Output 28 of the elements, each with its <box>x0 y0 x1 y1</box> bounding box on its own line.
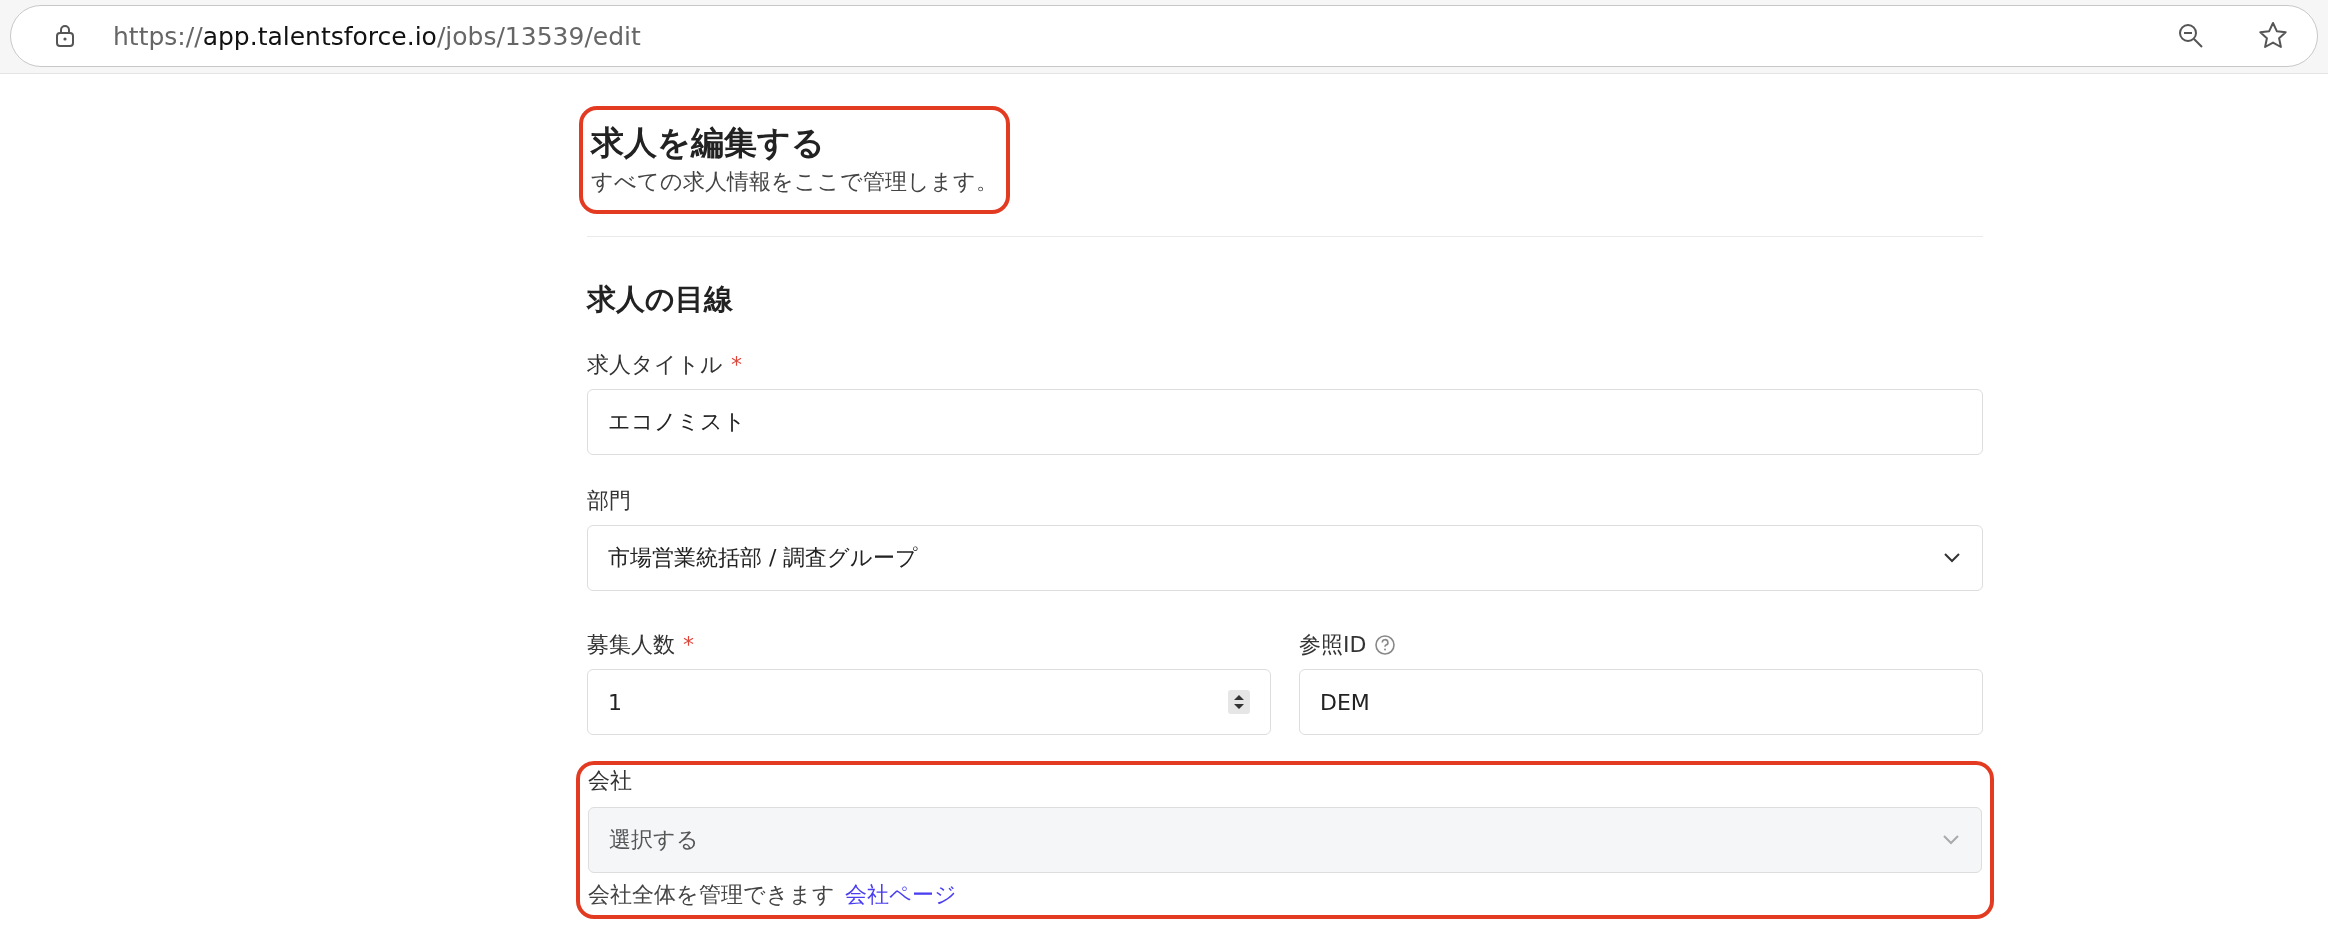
spinner-icon[interactable] <box>1228 690 1250 714</box>
field-label: 求人タイトル <box>587 351 723 379</box>
section-title: 求人の目線 <box>587 281 734 318</box>
select-placeholder: 選択する <box>609 826 699 854</box>
select-field[interactable]: 市場営業統括部 / 調査グループ <box>587 525 1983 591</box>
input-field[interactable]: 1 <box>587 669 1271 735</box>
required-asterisk: * <box>731 351 742 379</box>
input-field[interactable]: DEM <box>1299 669 1983 735</box>
padlock-icon <box>55 24 75 48</box>
required-asterisk: * <box>683 631 694 659</box>
input-field[interactable]: エコノミスト <box>587 389 1983 455</box>
address-bar[interactable]: https://app.talentsforce.io/jobs/13539/edit <box>10 5 2318 67</box>
field-value: DEM <box>1320 689 1370 715</box>
hint-text: 会社全体を管理できます <box>588 881 835 909</box>
field-value: エコノミスト <box>608 408 746 436</box>
url-text: https://app.talentsforce.io/jobs/13539/edit <box>113 21 641 51</box>
chevron-down-icon <box>1942 552 1962 564</box>
page-title: 求人を編集する <box>591 122 826 164</box>
zoom-out-icon[interactable] <box>2177 22 2205 50</box>
help-icon[interactable] <box>1374 634 1397 656</box>
field-value: 市場営業統括部 / 調査グループ <box>608 544 919 572</box>
page-subtitle: すべての求人情報をここで管理します。 <box>591 168 998 196</box>
chevron-down-icon <box>1941 834 1961 846</box>
field-label: 部門 <box>587 487 631 515</box>
field-label: 募集人数 <box>587 631 675 659</box>
field-label: 参照ID <box>1299 631 1367 659</box>
field-value: 1 <box>608 689 622 715</box>
field-label: 会社 <box>588 767 632 795</box>
